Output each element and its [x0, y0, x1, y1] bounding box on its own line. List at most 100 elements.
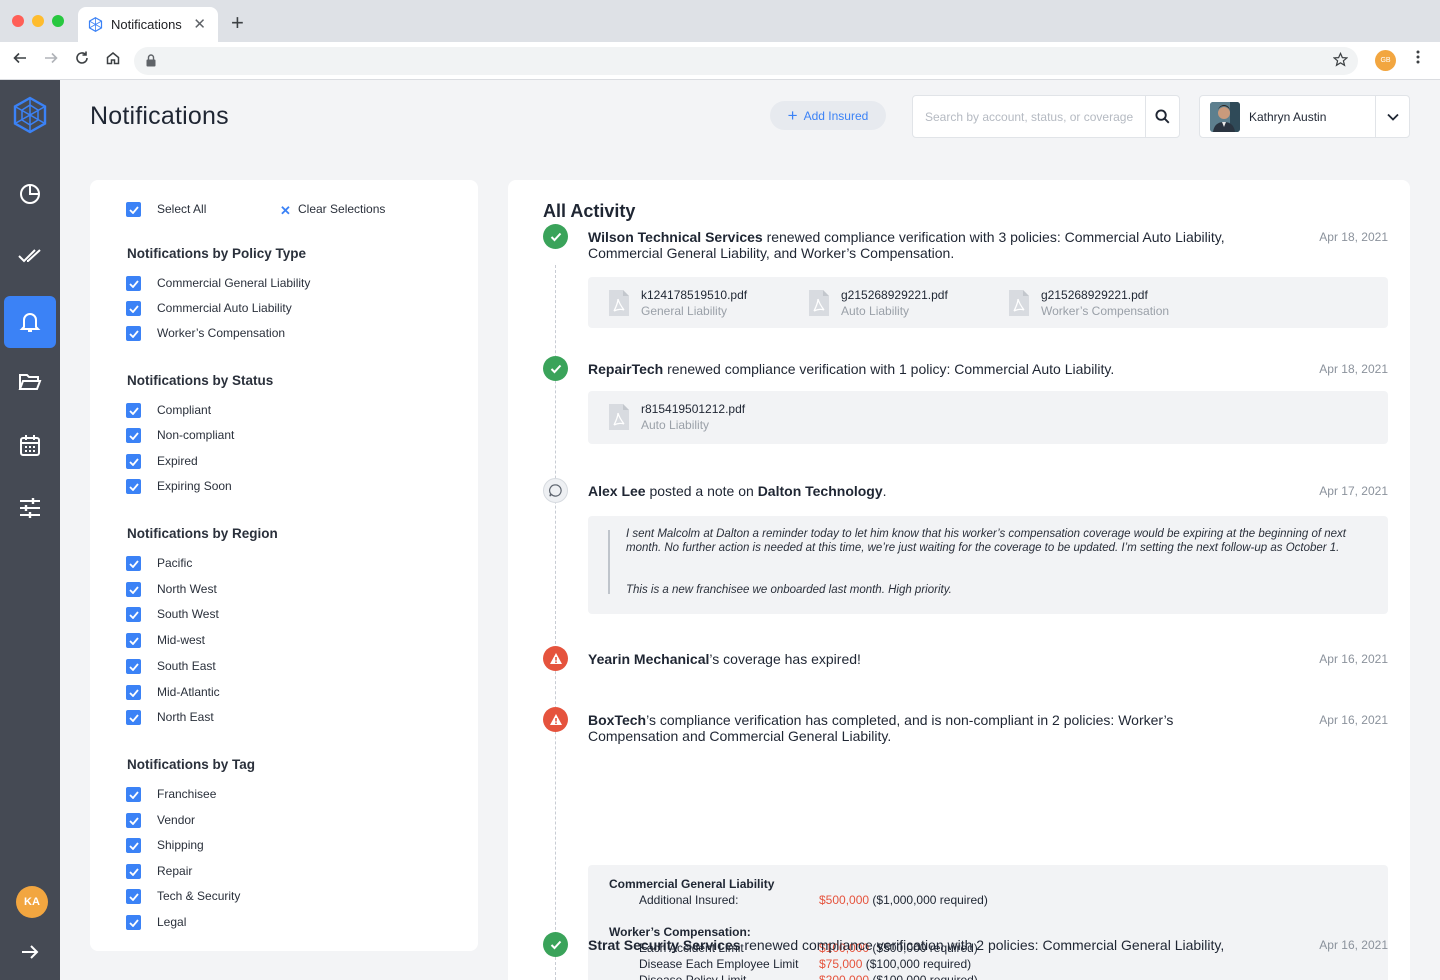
user-menu-toggle[interactable]	[1375, 96, 1409, 137]
attachment-file[interactable]: r815419501212.pdf Auto Liability	[608, 401, 798, 435]
filter-checkbox-compliant[interactable]	[126, 403, 141, 418]
browser-tab[interactable]: Notifications ✕	[78, 7, 218, 42]
filter-checkbox-north-east[interactable]	[126, 710, 141, 725]
filter-checkbox-tech-security[interactable]	[126, 889, 141, 904]
clear-selections-button[interactable]: Clear Selections	[298, 202, 385, 216]
filter-checkbox-franchisee[interactable]	[126, 787, 141, 802]
required-amount: ($100,000 required)	[862, 957, 972, 971]
event-subject[interactable]: Strat Security Services	[588, 937, 741, 953]
clear-icon[interactable]: ✕	[280, 203, 291, 219]
new-tab-button[interactable]: +	[231, 12, 244, 34]
close-window-button[interactable]	[12, 15, 24, 27]
event-subject[interactable]: BoxTech	[588, 712, 646, 728]
sidebar-item-tasks[interactable]	[4, 230, 56, 282]
filter-label-commercial-auto-liability[interactable]: Commercial Auto Liability	[157, 301, 292, 315]
filter-label-franchisee[interactable]: Franchisee	[157, 787, 216, 801]
select-all-checkbox[interactable]	[126, 202, 141, 217]
event-subject[interactable]: Alex Lee	[588, 483, 646, 499]
filter-label-non-compliant[interactable]: Non-compliant	[157, 428, 234, 442]
search-input[interactable]	[913, 96, 1147, 137]
attachment-file[interactable]: k124178519510.pdf General Liability	[608, 287, 798, 321]
event-text: Strat Security Services renewed complian…	[588, 937, 1228, 953]
sidebar-item-dashboard[interactable]	[4, 168, 56, 220]
user-menu[interactable]: Kathryn Austin	[1199, 95, 1410, 138]
add-insured-button[interactable]: + Add Insured	[770, 101, 886, 130]
details-label: Disease Policy Limit	[639, 973, 747, 980]
filter-group-heading: Notifications by Policy Type	[127, 246, 307, 261]
event-object[interactable]: Dalton Technology	[758, 483, 883, 499]
sidebar-item-settings[interactable]	[4, 482, 56, 534]
filter-label-tech-security[interactable]: Tech & Security	[157, 889, 240, 903]
maximize-window-button[interactable]	[52, 15, 64, 27]
event-description: ’s coverage has expired!	[709, 651, 861, 667]
event-status-icon	[543, 224, 568, 249]
filter-label-shipping[interactable]: Shipping	[157, 838, 204, 852]
filter-label-legal[interactable]: Legal	[157, 915, 186, 929]
filter-checkbox-mid-west[interactable]	[126, 633, 141, 648]
filter-label-mid-atlantic[interactable]: Mid-Atlantic	[157, 685, 220, 699]
tab-close-icon[interactable]: ✕	[193, 15, 206, 33]
filter-checkbox-vendor[interactable]	[126, 813, 141, 828]
select-all-label[interactable]: Select All	[157, 202, 206, 216]
filter-checkbox-repair[interactable]	[126, 864, 141, 879]
filter-label-south-east[interactable]: South East	[157, 659, 216, 673]
sidebar-item-calendar[interactable]	[4, 420, 56, 472]
expand-sidebar-icon[interactable]	[20, 944, 40, 960]
file-type: Auto Liability	[841, 304, 910, 318]
filter-label-north-east[interactable]: North East	[157, 710, 214, 724]
filter-label-vendor[interactable]: Vendor	[157, 813, 195, 827]
back-icon[interactable]	[9, 50, 31, 72]
filter-label-mid-west[interactable]: Mid-west	[157, 633, 205, 647]
search-button[interactable]	[1145, 96, 1179, 137]
minimize-window-button[interactable]	[32, 15, 44, 27]
filter-checkbox-mid-atlantic[interactable]	[126, 685, 141, 700]
filter-checkbox-shipping[interactable]	[126, 838, 141, 853]
filter-checkbox-worker-s-compensation[interactable]	[126, 326, 141, 341]
actual-amount: $200,000	[819, 973, 870, 980]
filter-checkbox-expired[interactable]	[126, 454, 141, 469]
bookmark-star-icon[interactable]	[1333, 52, 1348, 67]
filter-label-north-west[interactable]: North West	[157, 582, 217, 596]
filter-checkbox-commercial-auto-liability[interactable]	[126, 301, 141, 316]
activity-panel: All Activity Wilson Technical Services r…	[508, 180, 1410, 980]
filter-label-repair[interactable]: Repair	[157, 864, 192, 878]
app-logo-icon[interactable]	[12, 96, 48, 134]
filter-label-south-west[interactable]: South West	[157, 607, 219, 621]
attachment-file[interactable]: g215268929221.pdf Worker’s Compensation	[1008, 287, 1198, 321]
home-icon[interactable]	[102, 50, 124, 72]
event-text: RepairTech renewed compliance verificati…	[588, 361, 1228, 377]
filter-group-heading: Notifications by Tag	[127, 757, 256, 772]
event-subject[interactable]: Wilson Technical Services	[588, 229, 763, 245]
sidebar-item-documents[interactable]	[4, 356, 56, 408]
filter-checkbox-commercial-general-liability[interactable]	[126, 276, 141, 291]
filter-label-compliant[interactable]: Compliant	[157, 403, 211, 417]
event-subject[interactable]: Yearin Mechanical	[588, 651, 709, 667]
filter-label-expiring-soon[interactable]: Expiring Soon	[157, 479, 232, 493]
browser-menu-icon[interactable]	[1410, 50, 1426, 69]
filter-label-pacific[interactable]: Pacific	[157, 556, 192, 570]
attachment-file[interactable]: g215268929221.pdf Auto Liability	[808, 287, 998, 321]
filter-checkbox-north-west[interactable]	[126, 582, 141, 597]
filter-label-commercial-general-liability[interactable]: Commercial General Liability	[157, 276, 310, 290]
check-icon	[128, 457, 139, 466]
user-avatar[interactable]: KA	[16, 886, 48, 918]
filter-group-heading: Notifications by Status	[127, 373, 274, 388]
filter-checkbox-pacific[interactable]	[126, 556, 141, 571]
event-subject[interactable]: RepairTech	[588, 361, 663, 377]
check-icon	[128, 585, 139, 594]
filter-checkbox-legal[interactable]	[126, 915, 141, 930]
pie-chart-icon	[20, 184, 40, 204]
filter-label-worker-s-compensation[interactable]: Worker’s Compensation	[157, 326, 285, 340]
filter-label-expired[interactable]: Expired	[157, 454, 198, 468]
filter-checkbox-south-east[interactable]	[126, 659, 141, 674]
address-bar[interactable]	[134, 47, 1358, 75]
sidebar-item-notifications[interactable]	[4, 296, 56, 348]
browser-profile-avatar[interactable]: GB	[1375, 50, 1396, 71]
calendar-icon	[20, 435, 40, 456]
filter-checkbox-expiring-soon[interactable]	[126, 479, 141, 494]
event-date: Apr 17, 2021	[1319, 484, 1388, 498]
filter-checkbox-non-compliant[interactable]	[126, 428, 141, 443]
filter-checkbox-south-west[interactable]	[126, 607, 141, 622]
forward-icon[interactable]	[40, 50, 62, 72]
reload-icon[interactable]	[71, 50, 93, 72]
